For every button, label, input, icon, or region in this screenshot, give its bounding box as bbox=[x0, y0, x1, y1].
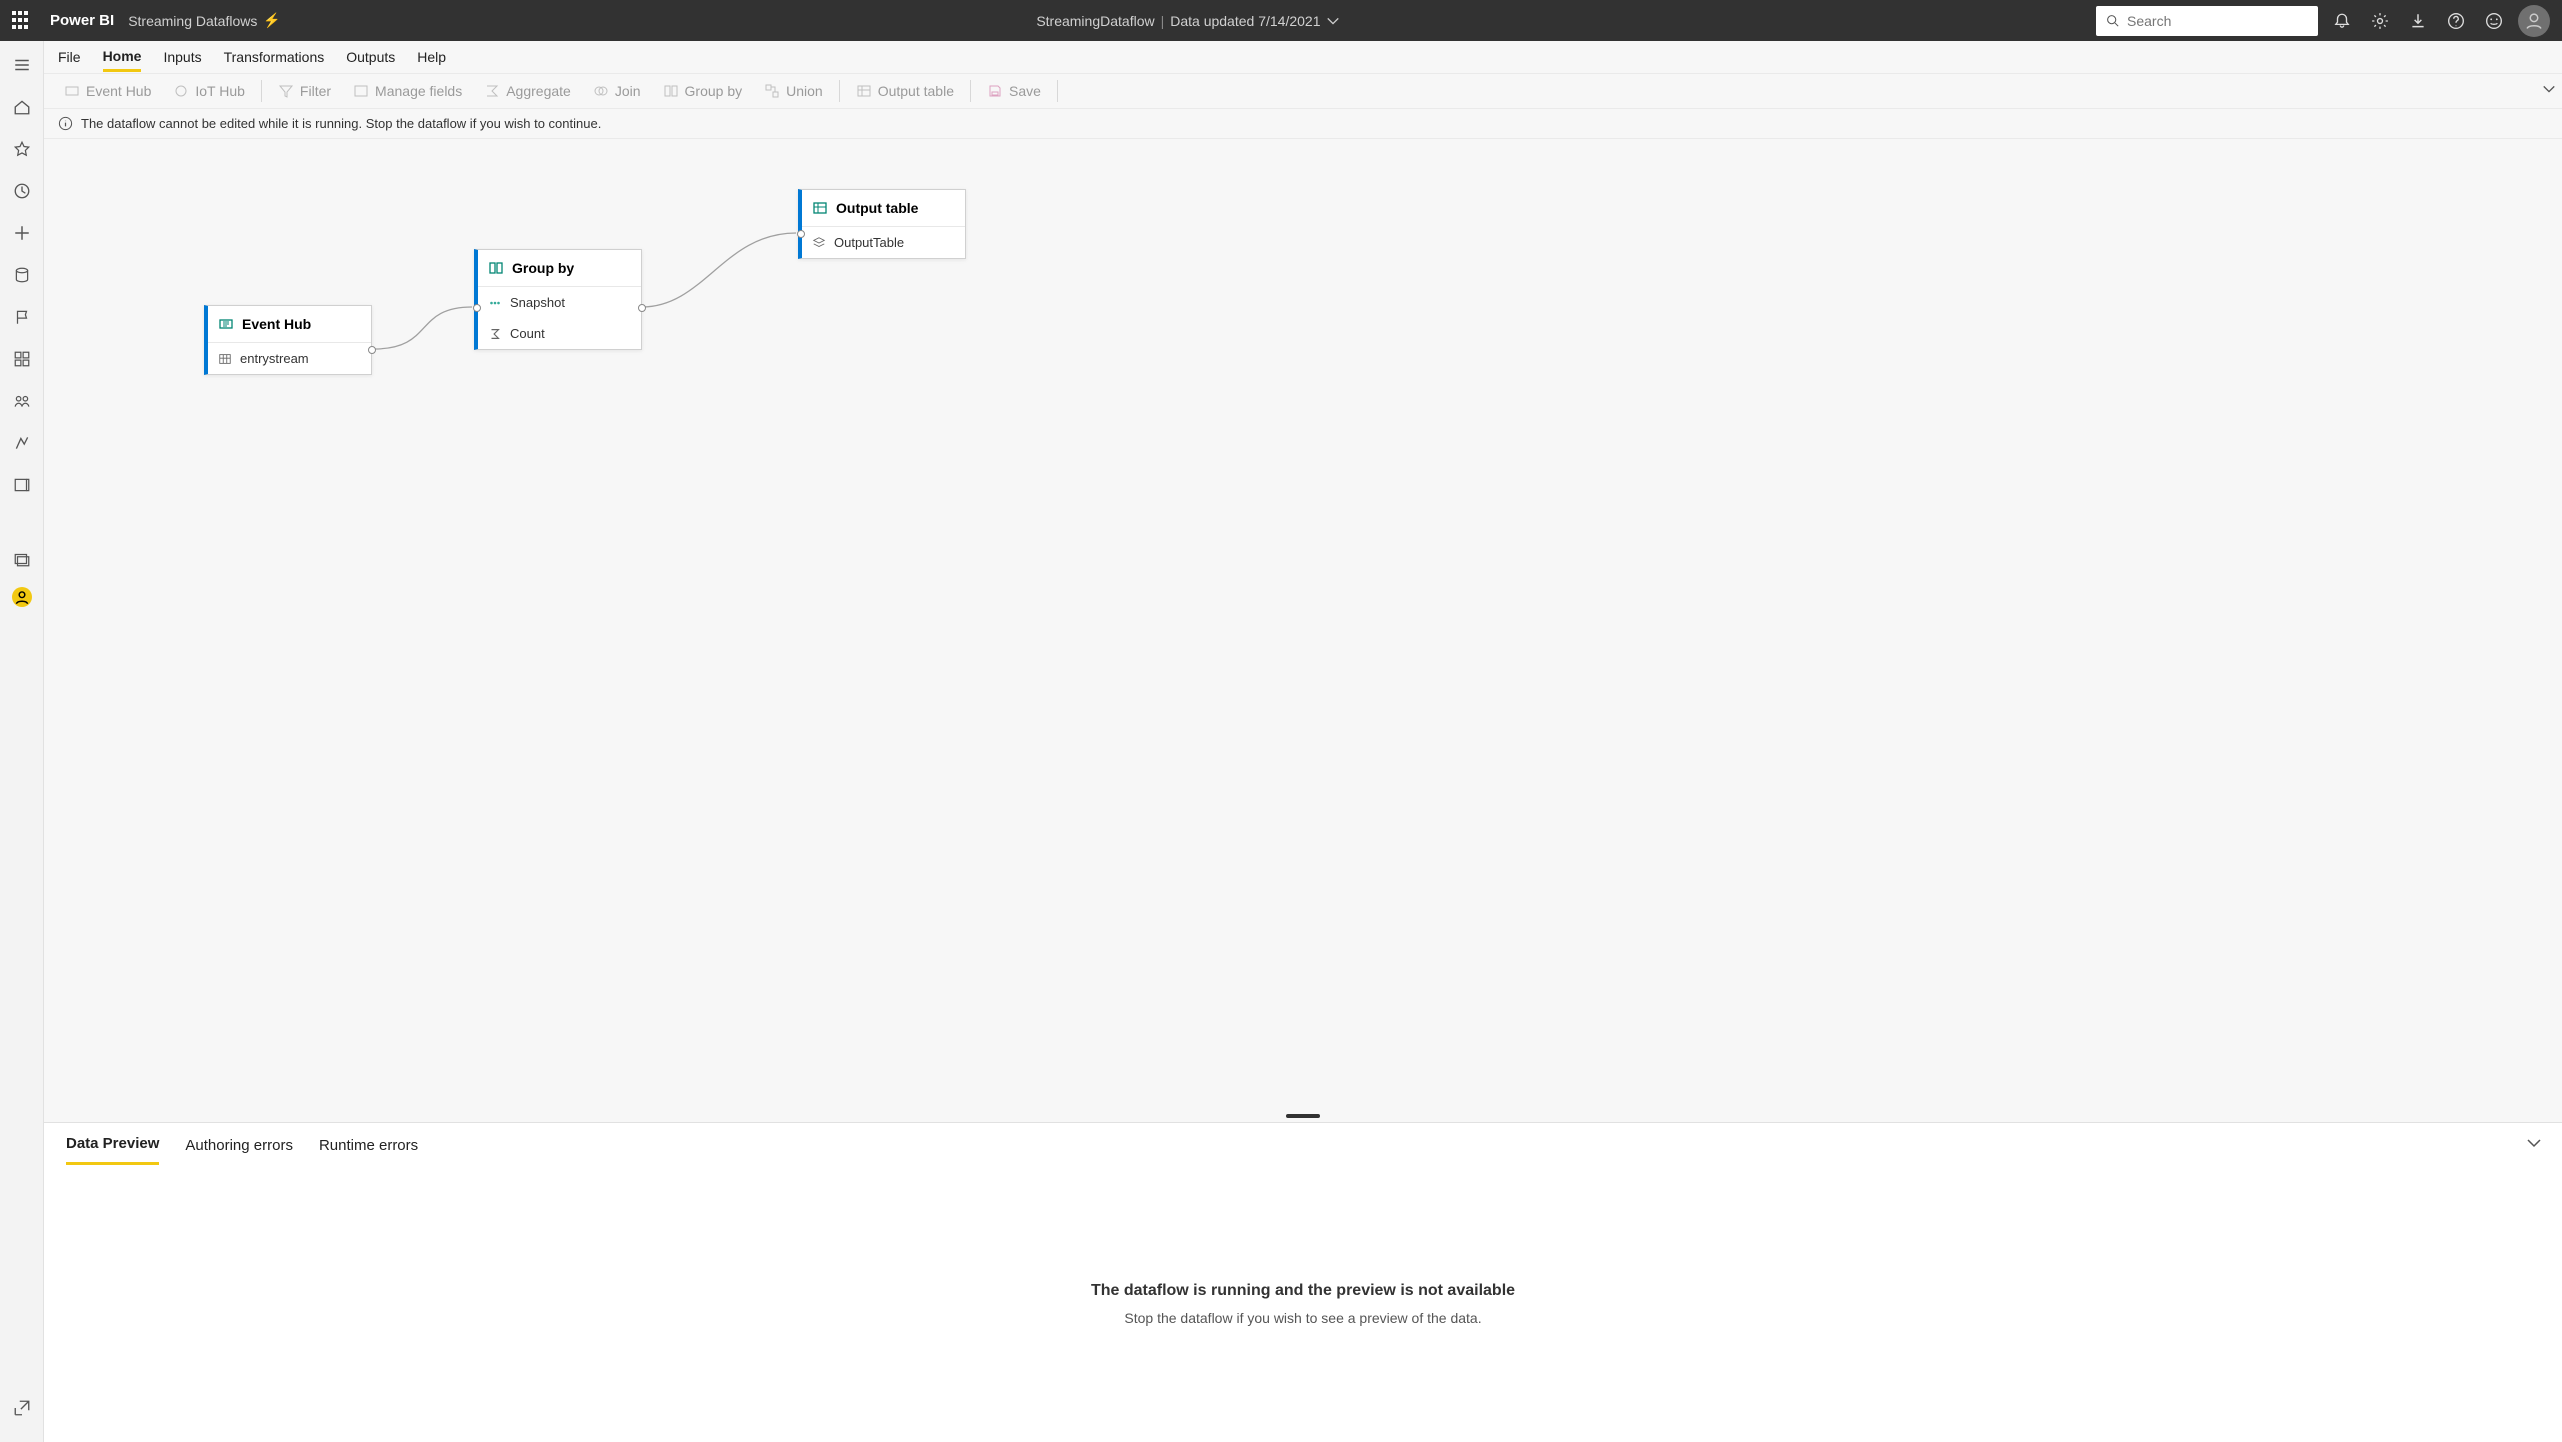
output-port[interactable] bbox=[638, 304, 646, 312]
chevron-down-icon bbox=[1326, 14, 1340, 28]
nav-shared[interactable] bbox=[8, 387, 36, 415]
collapse-panel-button[interactable] bbox=[2526, 1135, 2542, 1155]
bolt-icon: ⚡ bbox=[263, 12, 280, 29]
menu-help[interactable]: Help bbox=[417, 44, 446, 70]
ribbon-event-hub: Event Hub bbox=[54, 83, 161, 99]
topbar: Power BI Streaming Dataflows ⚡ Streaming… bbox=[0, 0, 2562, 41]
menubar: File Home Inputs Transformations Outputs… bbox=[44, 41, 2562, 73]
menu-transformations[interactable]: Transformations bbox=[224, 44, 325, 70]
search-icon bbox=[2106, 14, 2119, 27]
nav-my-workspace[interactable] bbox=[12, 587, 32, 607]
event-hub-icon bbox=[218, 316, 234, 332]
menu-file[interactable]: File bbox=[58, 44, 81, 70]
node-title: Output table bbox=[836, 200, 918, 216]
ribbon-group-by: Group by bbox=[653, 83, 753, 99]
feedback-button[interactable] bbox=[2480, 7, 2508, 35]
info-message: The dataflow cannot be edited while it i… bbox=[81, 116, 601, 131]
nav-pipelines[interactable] bbox=[8, 429, 36, 457]
notifications-button[interactable] bbox=[2328, 7, 2356, 35]
node-title: Event Hub bbox=[242, 316, 311, 332]
app-launcher-button[interactable] bbox=[12, 11, 32, 31]
menu-inputs[interactable]: Inputs bbox=[163, 44, 201, 70]
tab-runtime-errors[interactable]: Runtime errors bbox=[319, 1137, 418, 1164]
hamburger-button[interactable] bbox=[8, 51, 36, 79]
input-port[interactable] bbox=[473, 304, 481, 312]
info-icon bbox=[58, 116, 73, 131]
ribbon-save: Save bbox=[977, 83, 1051, 99]
table-icon bbox=[218, 352, 232, 366]
tab-data-preview[interactable]: Data Preview bbox=[66, 1135, 159, 1165]
snapshot-icon bbox=[488, 296, 502, 310]
node-output-table[interactable]: Output table OutputTable bbox=[798, 189, 966, 259]
ribbon-manage-fields: Manage fields bbox=[343, 83, 472, 99]
tab-authoring-errors[interactable]: Authoring errors bbox=[185, 1137, 293, 1164]
bottom-panel: Data Preview Authoring errors Runtime er… bbox=[44, 1122, 2562, 1442]
preview-unavailable-title: The dataflow is running and the preview … bbox=[1091, 1282, 1515, 1300]
nav-goals[interactable] bbox=[8, 303, 36, 331]
input-port[interactable] bbox=[797, 230, 805, 238]
user-avatar[interactable] bbox=[2518, 5, 2550, 37]
title-center[interactable]: StreamingDataflow | Data updated 7/14/20… bbox=[281, 13, 2096, 29]
layers-icon bbox=[812, 236, 826, 250]
search-input[interactable] bbox=[2127, 13, 2308, 29]
nav-datasets[interactable] bbox=[8, 261, 36, 289]
node-title: Group by bbox=[512, 260, 574, 276]
sigma-icon bbox=[488, 327, 502, 341]
ribbon-filter: Filter bbox=[268, 83, 341, 99]
output-table-icon bbox=[812, 200, 828, 216]
brand-label: Power BI bbox=[50, 12, 114, 29]
nav-expand[interactable] bbox=[8, 1394, 36, 1422]
preview-unavailable-sub: Stop the dataflow if you wish to see a p… bbox=[1124, 1310, 1481, 1326]
help-button[interactable] bbox=[2442, 7, 2470, 35]
ribbon-expand-button[interactable] bbox=[2542, 82, 2556, 99]
settings-button[interactable] bbox=[2366, 7, 2394, 35]
nav-workspaces[interactable] bbox=[8, 545, 36, 573]
group-by-icon bbox=[488, 260, 504, 276]
splitter-handle[interactable] bbox=[44, 1114, 2562, 1122]
menu-home[interactable]: Home bbox=[103, 43, 142, 72]
ribbon-join: Join bbox=[583, 83, 651, 99]
nav-learn[interactable] bbox=[8, 471, 36, 499]
nav-recent[interactable] bbox=[8, 177, 36, 205]
menu-outputs[interactable]: Outputs bbox=[346, 44, 395, 70]
ribbon-union: Union bbox=[754, 83, 833, 99]
node-event-hub[interactable]: Event Hub entrystream bbox=[204, 305, 372, 375]
download-button[interactable] bbox=[2404, 7, 2432, 35]
ribbon-iot-hub: IoT Hub bbox=[163, 83, 255, 99]
nav-home[interactable] bbox=[8, 93, 36, 121]
node-group-by[interactable]: Group by Snapshot Count bbox=[474, 249, 642, 350]
ribbon-aggregate: Aggregate bbox=[474, 83, 581, 99]
nav-favorites[interactable] bbox=[8, 135, 36, 163]
ribbon: Event Hub IoT Hub Filter Manage fields A… bbox=[44, 73, 2562, 109]
search-input-container[interactable] bbox=[2096, 6, 2318, 36]
nav-create[interactable] bbox=[8, 219, 36, 247]
ribbon-output-table: Output table bbox=[846, 83, 964, 99]
diagram-canvas[interactable]: Event Hub entrystream Group by Snapshot bbox=[44, 139, 2562, 1114]
output-port[interactable] bbox=[368, 346, 376, 354]
nav-apps[interactable] bbox=[8, 345, 36, 373]
info-bar: The dataflow cannot be edited while it i… bbox=[44, 109, 2562, 139]
workspace-label: Streaming Dataflows ⚡ bbox=[128, 12, 281, 29]
side-nav bbox=[0, 41, 44, 1442]
